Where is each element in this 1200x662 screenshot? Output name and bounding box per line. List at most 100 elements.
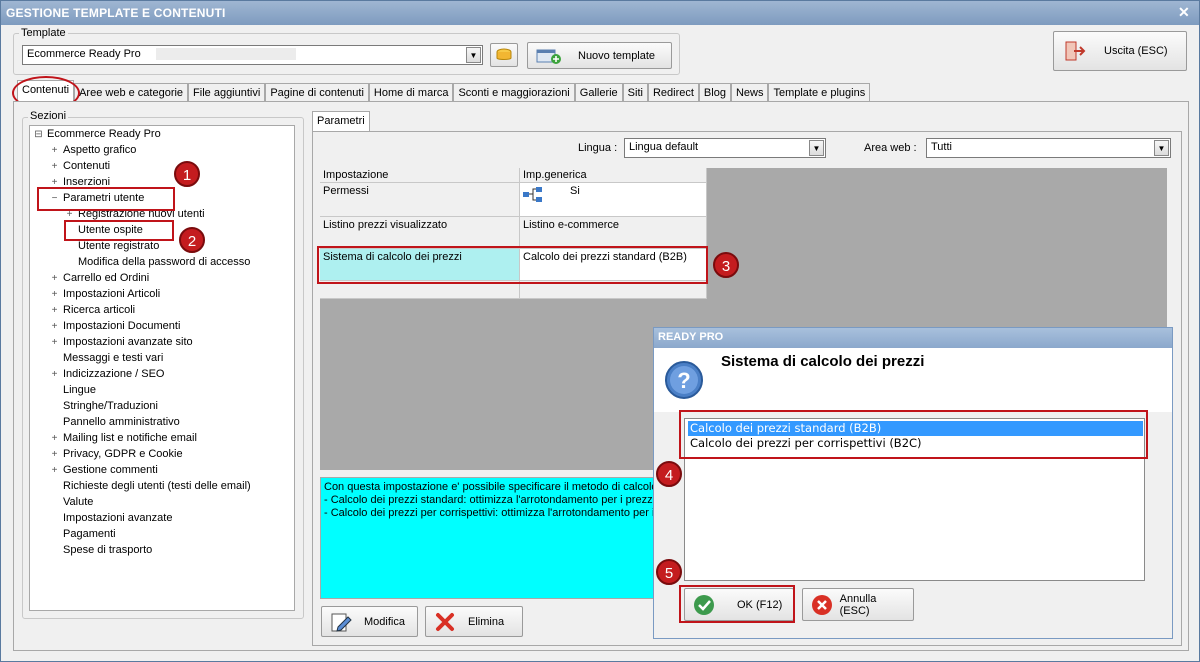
expand-icon[interactable]: + (50, 145, 59, 156)
question-icon: ? (665, 361, 703, 399)
tree-node[interactable]: ⊟ Ecommerce Ready Pro (34, 128, 161, 140)
tab-news[interactable]: News (730, 83, 769, 103)
add-window-icon (536, 49, 561, 64)
expand-icon[interactable]: + (50, 337, 59, 348)
tree-node-label: Ricerca articoli (63, 304, 136, 316)
highlight-box-3 (317, 246, 708, 284)
tree-node[interactable]: + Impostazioni Articoli (50, 288, 161, 300)
window-titlebar: GESTIONE TEMPLATE E CONTENUTI ✕ (1, 1, 1199, 25)
tab-siti[interactable]: Siti (622, 83, 648, 103)
window-title: GESTIONE TEMPLATE E CONTENUTI (6, 6, 226, 20)
tab-label: Sconti e maggiorazioni (458, 87, 570, 99)
tab-label: Blog (703, 87, 726, 99)
permessi-value: Si (570, 185, 580, 197)
tree-node[interactable]: Utente registrato (65, 240, 159, 252)
expand-icon[interactable]: + (50, 465, 59, 476)
tab-sconti[interactable]: Sconti e maggiorazioni (453, 83, 575, 103)
template-select[interactable]: Ecommerce Ready Pro ▼ (22, 45, 483, 65)
chevron-down-icon[interactable]: ▼ (809, 140, 824, 156)
cancel-label: Annulla (ESC) (839, 592, 877, 617)
tab-label: News (735, 87, 764, 99)
tree-node-label: Messaggi e testi vari (63, 352, 164, 364)
tab-label: Home di marca (373, 87, 449, 99)
tree-node-label: Spese di trasporto (63, 544, 153, 556)
dialog-header: ? Sistema di calcolo dei prezzi (654, 348, 1172, 412)
highlight-box-1 (37, 187, 175, 211)
chevron-down-icon[interactable]: ▼ (1154, 140, 1169, 156)
tree-node-label: Ecommerce Ready Pro (47, 128, 161, 140)
tree-node[interactable]: Pannello amministrativo (50, 416, 180, 428)
tree-node-label: Gestione commenti (63, 464, 158, 476)
tree-node[interactable]: Modifica della password di accesso (65, 256, 250, 268)
tab-template-plugins[interactable]: Template e plugins (768, 83, 871, 103)
tree-node[interactable]: + Ricerca articoli (50, 304, 136, 316)
tab-redirect[interactable]: Redirect (647, 83, 699, 103)
tree-node[interactable]: Spese di trasporto (50, 544, 152, 556)
tree-node[interactable]: Valute (50, 496, 93, 508)
tree-node[interactable]: + Gestione commenti (50, 464, 158, 476)
tree-node[interactable]: Impostazioni avanzate (50, 512, 172, 524)
template-select-value: Ecommerce Ready Pro (27, 48, 141, 60)
tree-node-label: Indicizzazione / SEO (63, 368, 165, 380)
row-value[interactable]: Si (520, 183, 707, 217)
cancel-button[interactable]: Annulla (ESC) (802, 588, 914, 621)
dialog-heading: Sistema di calcolo dei prezzi (721, 353, 925, 370)
modify-button[interactable]: Modifica (321, 606, 418, 637)
tree-node[interactable]: Messaggi e testi vari (50, 352, 163, 364)
tree-node[interactable]: Richieste degli utenti (testi delle emai… (50, 480, 251, 492)
tree-node[interactable]: + Privacy, GDPR e Cookie (50, 448, 183, 460)
tab-pagine-contenuti[interactable]: Pagine di contenuti (265, 83, 369, 103)
tree-node[interactable]: + Carrello ed Ordini (50, 272, 150, 284)
tree-node[interactable]: + Contenuti (50, 160, 111, 172)
highlight-box-5 (679, 585, 795, 623)
description-line: Con questa impostazione e' possibile spe… (324, 481, 655, 493)
exit-door-icon (1065, 41, 1086, 61)
expand-icon[interactable]: + (50, 433, 59, 444)
col-header-imp-generica: Imp.generica (520, 168, 707, 183)
expand-icon[interactable]: + (50, 161, 59, 172)
step-badge-3: 3 (713, 252, 739, 278)
tree-node[interactable]: + Impostazioni Documenti (50, 320, 181, 332)
tab-home-marca[interactable]: Home di marca (368, 83, 454, 103)
expand-icon[interactable]: ⊟ (34, 129, 43, 140)
expand-icon[interactable]: + (50, 321, 59, 332)
expand-icon[interactable]: + (50, 273, 59, 284)
tree-node[interactable]: + Indicizzazione / SEO (50, 368, 165, 380)
expand-icon[interactable]: + (50, 369, 59, 380)
tree-node-label: Utente registrato (78, 240, 160, 252)
sections-label: Sezioni (28, 110, 69, 122)
tree-node[interactable]: Pagamenti (50, 528, 116, 540)
dialog-title: READY PRO (654, 328, 1172, 348)
tree-node-label: Carrello ed Ordini (63, 272, 150, 284)
tree-node[interactable]: + Mailing list e notifiche email (50, 432, 197, 444)
area-web-value: Tutti (931, 141, 952, 153)
row-value[interactable]: Listino e-commerce (520, 217, 707, 249)
tree-node[interactable]: + Aspetto grafico (50, 144, 137, 156)
main-window: GESTIONE TEMPLATE E CONTENUTI ✕ Template… (0, 0, 1200, 662)
exit-label: Uscita (ESC) (1104, 45, 1168, 57)
close-icon[interactable]: ✕ (1175, 4, 1193, 21)
tab-blog[interactable]: Blog (698, 83, 731, 103)
chevron-down-icon[interactable]: ▼ (466, 47, 481, 63)
area-web-select[interactable]: Tutti ▼ (926, 138, 1171, 158)
tree-node[interactable]: Lingue (50, 384, 96, 396)
tab-label: Parametri (317, 115, 365, 127)
tab-gallerie[interactable]: Gallerie (574, 83, 623, 103)
exit-button[interactable]: Uscita (ESC) (1053, 31, 1187, 71)
database-button[interactable] (490, 43, 518, 67)
expand-icon[interactable]: + (50, 289, 59, 300)
tree-node[interactable]: + Impostazioni avanzate sito (50, 336, 193, 348)
expand-icon[interactable]: + (50, 305, 59, 316)
modify-label: Modifica (364, 615, 405, 628)
step-badge-2: 2 (179, 227, 205, 253)
lingua-select[interactable]: Lingua default ▼ (624, 138, 826, 158)
tree-node[interactable]: Stringhe/Traduzioni (50, 400, 158, 412)
tab-aree-web[interactable]: Aree web e categorie (74, 83, 189, 103)
tab-parametri[interactable]: Parametri (312, 111, 370, 132)
new-template-button[interactable]: Nuovo template (527, 42, 672, 69)
highlight-box-2 (64, 220, 174, 241)
tree-node-label: Contenuti (63, 160, 111, 172)
expand-icon[interactable]: + (50, 449, 59, 460)
delete-button[interactable]: Elimina (425, 606, 523, 637)
tab-file-aggiuntivi[interactable]: File aggiuntivi (188, 83, 266, 103)
